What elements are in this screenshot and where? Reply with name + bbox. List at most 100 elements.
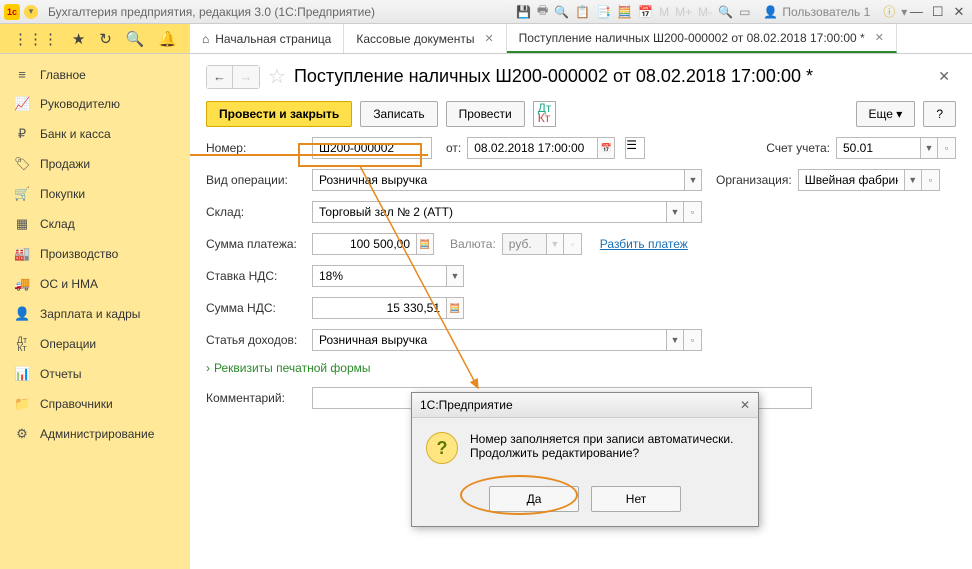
post-button[interactable]: Провести: [446, 101, 525, 127]
dialog-yes-button[interactable]: Да: [489, 486, 579, 512]
dialog-message: Номер заполняется при записи автоматичес…: [470, 432, 733, 464]
chevron-down-icon[interactable]: ▼: [920, 137, 938, 159]
payment-input[interactable]: [312, 233, 416, 255]
write-button[interactable]: Записать: [360, 101, 437, 127]
chevron-down-icon[interactable]: ▼: [904, 169, 922, 191]
calc-icon[interactable]: 🧮: [416, 233, 434, 255]
minimize-button[interactable]: —: [907, 4, 925, 19]
m-icon[interactable]: M: [659, 5, 669, 19]
window-icon[interactable]: ▭: [739, 5, 750, 19]
split-payment-link[interactable]: Разбить платеж: [600, 237, 688, 251]
close-button[interactable]: ✕: [950, 4, 968, 20]
sidebar-item-main[interactable]: ≡Главное: [0, 60, 190, 89]
user-button[interactable]: 👤 Пользователь 1: [756, 2, 877, 22]
calc-icon[interactable]: 🧮: [617, 5, 632, 19]
folder-icon: 📁: [14, 396, 30, 412]
zoom-icon[interactable]: 🔍: [718, 5, 733, 19]
history-icon[interactable]: ↻: [99, 30, 112, 48]
more-button[interactable]: Еще ▾: [856, 101, 916, 127]
chevron-down-icon[interactable]: ▼: [684, 169, 702, 191]
print-requisites-expand[interactable]: › Реквизиты печатной формы: [206, 361, 956, 375]
vat-rate-input[interactable]: [312, 265, 446, 287]
print-icon[interactable]: 🖶: [537, 1, 548, 22]
toolrow: ⋮⋮⋮ ★ ↻ 🔍 🔔 ⌂ Начальная страница Кассовы…: [0, 24, 972, 54]
from-label: от:: [446, 141, 461, 155]
sidebar-item-admin[interactable]: ⚙Администрирование: [0, 419, 190, 449]
warehouse-input[interactable]: [312, 201, 666, 223]
income-input[interactable]: [312, 329, 666, 351]
dtkt-icon: ДтКт: [14, 336, 30, 352]
dialog-no-button[interactable]: Нет: [591, 486, 681, 512]
open-icon: ▫: [564, 233, 582, 255]
page-close-button[interactable]: ✕: [932, 68, 956, 85]
account-input[interactable]: [836, 137, 920, 159]
page-title: Поступление наличных Ш200-000002 от 08.0…: [294, 66, 924, 87]
back-button[interactable]: ←: [207, 66, 233, 88]
close-icon[interactable]: ✕: [484, 32, 493, 45]
bell-icon[interactable]: 🔔: [158, 30, 177, 48]
chevron-down-icon[interactable]: ▼: [666, 329, 684, 351]
sidebar-item-operations[interactable]: ДтКтОперации: [0, 329, 190, 359]
tab-cash-receipt[interactable]: Поступление наличных Ш200-000002 от 08.0…: [507, 24, 897, 53]
window-buttons: — ☐ ✕: [907, 4, 968, 20]
help-button[interactable]: ?: [923, 101, 956, 127]
number-label: Номер:: [206, 141, 306, 155]
compare-icon[interactable]: 📑: [596, 5, 611, 19]
sidebar-item-assets[interactable]: 🚚ОС и НМА: [0, 269, 190, 299]
copy-icon[interactable]: 📋: [575, 5, 590, 19]
dtkt-button[interactable]: ДтКт: [533, 101, 557, 127]
post-and-close-button[interactable]: Провести и закрыть: [206, 101, 352, 127]
menu-icon: ≡: [14, 67, 30, 82]
income-label: Статья доходов:: [206, 333, 306, 347]
currency-input: [502, 233, 546, 255]
sidebar-item-salary[interactable]: 👤Зарплата и кадры: [0, 299, 190, 329]
sidebar-item-purchases[interactable]: 🛒Покупки: [0, 179, 190, 209]
sidebar-item-sales[interactable]: 🏷Продажи: [0, 149, 190, 179]
vat-sum-input[interactable]: [312, 297, 446, 319]
sidebar-item-production[interactable]: 🏭Производство: [0, 239, 190, 269]
chevron-down-icon[interactable]: ▼: [446, 265, 464, 287]
truck-icon: 🚚: [14, 276, 30, 292]
info-icon[interactable]: ⓘ: [883, 3, 895, 20]
page-header: ← → ☆ Поступление наличных Ш200-000002 о…: [206, 64, 956, 89]
open-icon[interactable]: ▫: [922, 169, 940, 191]
optype-input[interactable]: [312, 169, 684, 191]
app-menu-dropdown[interactable]: ▾: [24, 5, 38, 19]
tab-home[interactable]: ⌂ Начальная страница: [190, 24, 344, 53]
close-icon[interactable]: ✕: [875, 31, 884, 44]
tab-cash-docs[interactable]: Кассовые документы ✕: [344, 24, 506, 53]
sidebar-item-bank[interactable]: ₽Банк и касса: [0, 119, 190, 149]
sidebar-item-manager[interactable]: 📈Руководителю: [0, 89, 190, 119]
preview-icon[interactable]: 🔍: [554, 5, 569, 19]
tabs: ⌂ Начальная страница Кассовые документы …: [190, 24, 972, 53]
forward-button[interactable]: →: [233, 66, 259, 88]
calendar-icon[interactable]: 📅: [638, 5, 653, 19]
sidebar-item-reports[interactable]: 📊Отчеты: [0, 359, 190, 389]
open-icon[interactable]: ▫: [938, 137, 956, 159]
calendar-icon[interactable]: 📅: [597, 137, 615, 159]
list-icon[interactable]: ☰: [625, 137, 645, 159]
favorite-star-icon[interactable]: ☆: [268, 64, 286, 89]
maximize-button[interactable]: ☐: [929, 4, 947, 20]
calc-icon[interactable]: 🧮: [446, 297, 464, 319]
number-input[interactable]: [312, 137, 432, 159]
dialog-close-icon[interactable]: ✕: [740, 398, 750, 412]
sidebar-item-warehouse[interactable]: ▦Склад: [0, 209, 190, 239]
org-input[interactable]: [798, 169, 904, 191]
open-icon[interactable]: ▫: [684, 201, 702, 223]
apps-icon[interactable]: ⋮⋮⋮: [13, 30, 58, 48]
app-logo: 1c: [4, 4, 20, 20]
m-minus-icon[interactable]: M-: [698, 5, 712, 19]
comment-label: Комментарий:: [206, 391, 306, 405]
iconstrip: ⋮⋮⋮ ★ ↻ 🔍 🔔: [0, 24, 190, 53]
tag-icon: 🏷: [14, 156, 30, 172]
sidebar-item-catalogs[interactable]: 📁Справочники: [0, 389, 190, 419]
open-icon[interactable]: ▫: [684, 329, 702, 351]
favorite-icon[interactable]: ★: [72, 30, 85, 48]
search-icon[interactable]: 🔍: [126, 30, 145, 48]
m-plus-icon[interactable]: M+: [675, 5, 692, 19]
save-icon[interactable]: 💾: [516, 5, 531, 19]
optype-label: Вид операции:: [206, 173, 306, 187]
chevron-down-icon[interactable]: ▼: [666, 201, 684, 223]
date-input[interactable]: [467, 137, 597, 159]
